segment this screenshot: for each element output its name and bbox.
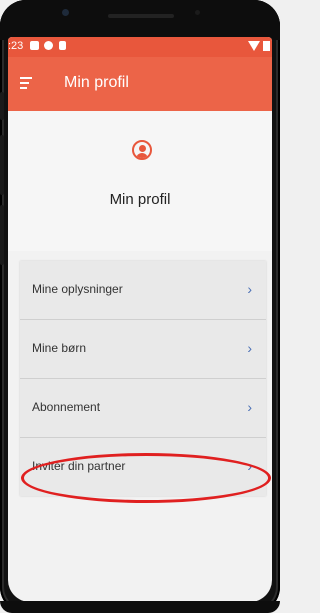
profile-menu-list: Mine oplysninger › Mine børn › Abonnemen… xyxy=(20,261,266,496)
earpiece-speaker xyxy=(108,14,174,18)
menu-item-abonnement[interactable]: Abonnement › xyxy=(20,379,266,438)
page-title: Min profil xyxy=(109,191,171,208)
chevron-right-icon: › xyxy=(247,281,252,297)
proximity-sensor xyxy=(195,10,200,15)
screen: :23 Min profil Min profil Mine oplysning… xyxy=(8,37,272,602)
chevron-right-icon: › xyxy=(247,399,252,415)
profile-header: Min profil xyxy=(8,111,272,251)
menu-item-label: Invitér din partner xyxy=(32,459,126,473)
menu-item-label: Mine oplysninger xyxy=(32,282,123,296)
volume-down-button xyxy=(0,205,4,265)
menu-item-inviter-partner[interactable]: Invitér din partner › xyxy=(20,438,266,496)
status-time: :23 xyxy=(8,40,24,52)
bottom-bezel xyxy=(0,601,280,613)
front-camera xyxy=(62,9,69,16)
side-button xyxy=(0,92,4,120)
battery-icon xyxy=(263,41,270,51)
menu-item-mine-oplysninger[interactable]: Mine oplysninger › xyxy=(20,261,266,320)
phone-frame: :23 Min profil Min profil Mine oplysning… xyxy=(0,0,280,613)
chevron-right-icon: › xyxy=(247,458,252,474)
status-bar: :23 xyxy=(8,37,272,57)
volume-up-button xyxy=(0,135,4,195)
notification-icon xyxy=(44,41,53,50)
app-bar-title: Min profil xyxy=(64,74,129,91)
menu-item-label: Abonnement xyxy=(32,400,101,414)
top-bezel xyxy=(0,0,280,40)
notification-icon xyxy=(59,41,66,50)
hamburger-menu-icon[interactable] xyxy=(20,77,32,89)
app-bar: Min profil xyxy=(8,57,272,111)
menu-item-mine-boern[interactable]: Mine børn › xyxy=(20,320,266,379)
menu-item-label: Mine børn xyxy=(32,341,87,355)
chevron-right-icon: › xyxy=(247,340,252,356)
person-circle-icon xyxy=(132,140,152,160)
wifi-icon xyxy=(248,41,260,51)
notification-icon xyxy=(30,41,39,50)
